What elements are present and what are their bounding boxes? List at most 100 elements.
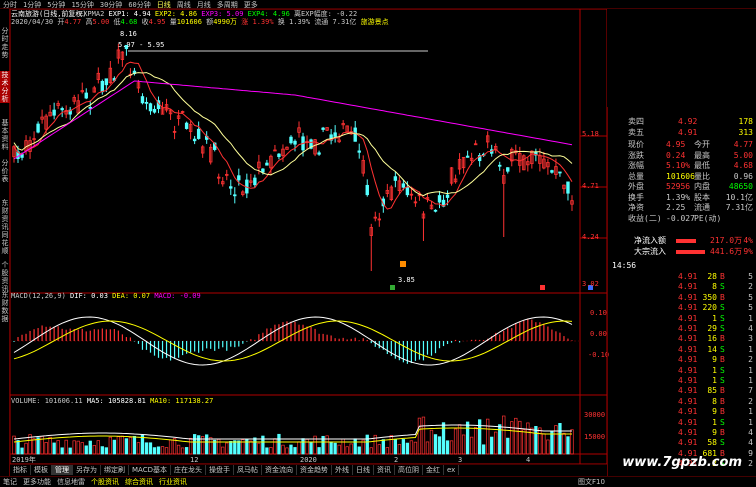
indicator-tab-6[interactable]: 庄在龙头 <box>171 465 206 475</box>
indicator-tab-10[interactable]: 资金趋势 <box>297 465 332 475</box>
candle-body <box>289 136 293 144</box>
volume-bar <box>502 415 506 455</box>
indicator-tab-3[interactable]: 另存为 <box>73 465 101 475</box>
indicator-tab-15[interactable]: 金红 <box>423 465 444 475</box>
tick-vol: 220 <box>702 303 717 313</box>
tick-row: 4.91 58 S 4 <box>608 438 756 448</box>
volume-bar <box>566 436 570 455</box>
price-axis-3: 4.24 <box>582 233 599 241</box>
event-marker <box>390 285 395 290</box>
period-tab-9[interactable]: 多周期 <box>214 1 241 8</box>
period-tab-3[interactable]: 15分钟 <box>68 1 96 8</box>
period-tab-6[interactable]: 日线 <box>154 1 174 8</box>
open-value: 4.77 <box>64 18 82 26</box>
tick-side: B <box>720 355 725 365</box>
high-value: 5.00 <box>92 18 110 26</box>
indicator-tab-16[interactable]: ex <box>444 465 460 475</box>
period-tab-0[interactable]: 分时 <box>0 1 20 8</box>
period-tab-7[interactable]: 周线 <box>174 1 194 8</box>
indicator-tab-0[interactable]: 指标 <box>10 465 31 475</box>
status-item-5[interactable]: 行业资讯 <box>156 477 190 487</box>
stat-value: 10.1亿 <box>725 192 753 202</box>
tick-row: 4.91 85 B 7 <box>608 386 756 396</box>
exp3: EXP3: 5.09 <box>201 10 244 18</box>
stat-label: 收益(二) <box>628 213 662 223</box>
indicator-tab-12[interactable]: 日线 <box>353 465 374 475</box>
volume-bar <box>349 443 353 455</box>
volume-bar <box>494 431 498 455</box>
stat-label: 量比 <box>694 171 710 181</box>
left-tab-6[interactable]: 个股资讯 <box>0 261 10 293</box>
candle-body <box>321 127 325 130</box>
left-tab-2[interactable]: 基本资料 <box>0 119 10 151</box>
tick-row: 4.91 9 B 1 <box>608 407 756 417</box>
indicator-tab-11[interactable]: 外线 <box>332 465 353 475</box>
period-tab-8[interactable]: 月线 <box>194 1 214 8</box>
period-tab-10[interactable]: 更多 <box>241 1 261 8</box>
indicator-tab-1[interactable]: 模板 <box>31 465 52 475</box>
sell-price: 4.92 <box>678 117 698 126</box>
status-bar: 笔记 更多功能 信息地雷 个股资讯 综合资讯 行业资讯 图文F10 <box>0 476 756 487</box>
status-item-6[interactable]: 图文F10 <box>575 477 608 487</box>
flow-value: 217.0万 <box>710 236 743 245</box>
status-item-0[interactable]: 笔记 <box>0 477 20 487</box>
left-tab-1[interactable]: 技术分析 <box>0 71 10 103</box>
status-item-3[interactable]: 个股资讯 <box>88 477 122 487</box>
macd-axis-2: 0.00 <box>590 330 607 338</box>
tick-row: 4.91 29 S 4 <box>608 324 756 334</box>
status-item-1[interactable]: 更多功能 <box>20 477 54 487</box>
tick-vol: 58 <box>707 438 717 448</box>
left-tab-7[interactable]: 东财数据 <box>0 291 10 323</box>
kline-chart[interactable] <box>10 9 607 464</box>
tick-count: 2 <box>748 355 753 365</box>
tick-price: 4.91 <box>678 292 698 302</box>
left-tab-5[interactable]: 同花顺 <box>0 231 10 255</box>
indicator-tab-14[interactable]: 高位阴 <box>395 465 423 475</box>
volume-bar <box>570 429 574 455</box>
period-tab-5[interactable]: 60分钟 <box>125 1 153 8</box>
candle-body <box>293 140 297 145</box>
volume-bar <box>184 447 189 455</box>
indicator-tab-5[interactable]: MACD基本 <box>129 465 171 475</box>
volume-bar <box>52 442 56 455</box>
tick-side: S <box>720 376 725 385</box>
tick-price: 4.91 <box>678 344 698 354</box>
tick-count: 4 <box>748 428 753 437</box>
candle-body <box>229 186 233 189</box>
left-tab-3[interactable]: 分价表 <box>0 159 10 183</box>
change-value: 涨 1.39% <box>241 18 274 26</box>
stat-label: 最低 <box>694 161 710 170</box>
candle-body <box>144 101 149 104</box>
volume-bar <box>64 439 68 455</box>
period-tab-1[interactable]: 1分钟 <box>20 1 44 8</box>
indicator-tab-13[interactable]: 资讯 <box>374 465 395 475</box>
indicator-tab-9[interactable]: 资金流向 <box>262 465 297 475</box>
indicator-tab-7[interactable]: 操盘手 <box>206 465 234 475</box>
volume-bar <box>156 446 161 455</box>
indicator-tab-2[interactable]: 管理 <box>52 465 73 475</box>
status-item-2[interactable]: 信息地雷 <box>54 477 88 487</box>
flow-label: 大宗流入 <box>634 246 666 256</box>
flow-label: 净流入额 <box>634 236 666 245</box>
status-item-4[interactable]: 综合资讯 <box>122 477 156 487</box>
left-tab-4[interactable]: 东财资讯 <box>0 199 10 231</box>
volume-bar <box>265 447 269 455</box>
indicator-tab-4[interactable]: 绑定刷 <box>101 465 129 475</box>
period-tab-4[interactable]: 30分钟 <box>97 1 125 8</box>
flow-bar <box>676 249 705 254</box>
tick-row: 4.91 9 B 4 <box>608 428 756 438</box>
tick-vol: 28 <box>707 272 717 281</box>
volume-bar <box>96 440 100 455</box>
expma-name: EXPMA2 <box>79 10 105 18</box>
volume-bar <box>506 437 510 455</box>
tick-count: 1 <box>748 313 753 323</box>
tick-row: 4.91 1 S 1 <box>608 376 756 386</box>
candle-body <box>36 123 40 133</box>
left-tab-0[interactable]: 分时走势 <box>0 27 10 59</box>
macd-dif: DIF: 0.03 <box>70 292 108 300</box>
volume-bar <box>160 446 165 455</box>
indicator-tab-8[interactable]: 凤马帖 <box>234 465 262 475</box>
tick-count: 7 <box>748 386 753 396</box>
period-tab-2[interactable]: 5分钟 <box>44 1 68 8</box>
tick-side: B <box>720 407 725 417</box>
